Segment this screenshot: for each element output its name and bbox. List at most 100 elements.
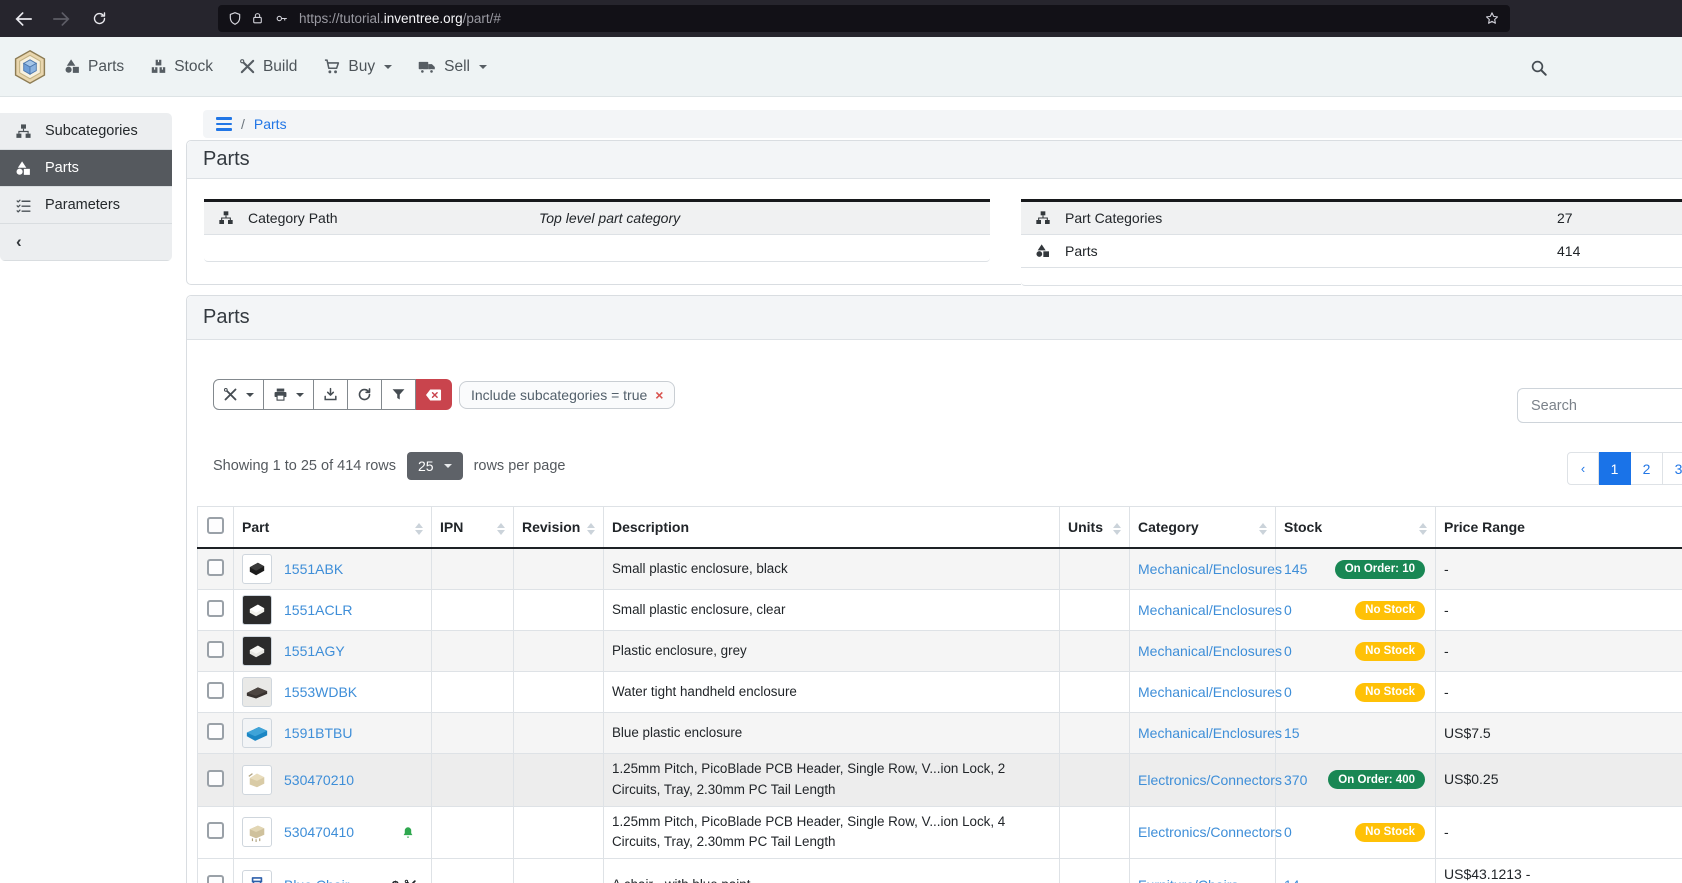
stock-link[interactable]: 15 — [1284, 725, 1300, 741]
stock-link[interactable]: 0 — [1284, 602, 1292, 618]
col-price[interactable]: Price Range — [1436, 507, 1682, 549]
browser-back-button[interactable] — [8, 5, 38, 33]
part-link[interactable]: 1553WDBK — [284, 684, 357, 700]
lock-icon[interactable] — [251, 11, 264, 26]
filter-button[interactable] — [382, 379, 416, 410]
col-category[interactable]: Category — [1130, 507, 1276, 549]
part-thumbnail[interactable] — [242, 817, 272, 847]
col-part[interactable]: Part — [234, 507, 432, 549]
tools-icon — [239, 58, 256, 75]
url-bar[interactable]: https://tutorial.inventree.org/part/# — [218, 5, 1510, 32]
part-link[interactable]: 530470210 — [284, 772, 354, 788]
col-description[interactable]: Description — [604, 507, 1060, 549]
sort-icon[interactable] — [587, 523, 595, 535]
filter-icon — [391, 387, 406, 402]
inventree-logo[interactable] — [12, 49, 48, 85]
nav-parts[interactable]: Parts — [64, 58, 124, 76]
key-icon[interactable] — [273, 12, 290, 25]
col-units[interactable]: Units — [1060, 507, 1130, 549]
refresh-button[interactable] — [348, 379, 382, 410]
stock-link[interactable]: 0 — [1284, 643, 1292, 659]
shield-icon[interactable] — [228, 11, 242, 26]
app-navbar: Parts Stock Build Buy Sell — [0, 37, 1682, 97]
search-icon[interactable] — [1530, 59, 1548, 82]
backspace-x-icon — [425, 388, 442, 402]
browser-chrome: https://tutorial.inventree.org/part/# — [0, 0, 1682, 37]
stock-link[interactable]: 14 — [1284, 877, 1300, 883]
row-checkbox[interactable] — [207, 682, 224, 699]
nav-stock[interactable]: Stock — [150, 58, 213, 76]
search-input[interactable] — [1517, 388, 1682, 423]
page-size-dropdown[interactable]: 25 — [407, 452, 463, 480]
nav-sell[interactable]: Sell — [418, 58, 487, 76]
part-link[interactable]: Blue Chair — [284, 877, 349, 883]
print-dropdown-button[interactable] — [264, 379, 314, 410]
row-checkbox[interactable] — [207, 822, 224, 839]
category-link[interactable]: Mechanical/Enclosures — [1138, 561, 1282, 577]
row-checkbox[interactable] — [207, 559, 224, 576]
sort-icon[interactable] — [415, 523, 423, 535]
stock-link[interactable]: 0 — [1284, 824, 1292, 840]
row-checkbox[interactable] — [207, 875, 224, 883]
part-thumbnail[interactable] — [242, 595, 272, 625]
col-revision[interactable]: Revision — [514, 507, 604, 549]
part-link[interactable]: 1551ACLR — [284, 602, 353, 618]
sidebar-item-subcategories[interactable]: Subcategories — [0, 113, 172, 150]
download-button[interactable] — [314, 379, 348, 410]
part-thumbnail[interactable] — [242, 677, 272, 707]
row-checkbox[interactable] — [207, 770, 224, 787]
part-link[interactable]: 1551AGY — [284, 643, 345, 659]
sidebar-collapse-button[interactable]: ‹ — [0, 224, 172, 261]
sort-icon[interactable] — [1419, 523, 1427, 535]
part-categories-label: Part Categories — [1065, 210, 1162, 226]
category-link[interactable]: Mechanical/Enclosures — [1138, 602, 1282, 618]
stock-link[interactable]: 145 — [1284, 561, 1307, 577]
part-thumbnail[interactable] — [242, 870, 272, 883]
sidebar-item-parameters[interactable]: Parameters — [0, 187, 172, 224]
nav-build[interactable]: Build — [239, 58, 297, 76]
category-link[interactable]: Electronics/Connectors — [1138, 772, 1282, 788]
status-badge: No Stock — [1355, 642, 1425, 661]
row-checkbox[interactable] — [207, 723, 224, 740]
sort-icon[interactable] — [1259, 523, 1267, 535]
bookmark-star-icon[interactable] — [1484, 11, 1500, 26]
bell-icon[interactable] — [401, 825, 415, 840]
part-thumbnail[interactable] — [242, 636, 272, 666]
tools-dropdown-button[interactable] — [213, 379, 264, 410]
col-stock[interactable]: Stock — [1276, 507, 1436, 549]
browser-forward-button[interactable] — [46, 5, 76, 33]
browser-reload-button[interactable] — [84, 5, 114, 33]
row-checkbox[interactable] — [207, 600, 224, 617]
part-link[interactable]: 530470410 — [284, 824, 354, 840]
part-thumbnail[interactable] — [242, 765, 272, 795]
nav-buy[interactable]: Buy — [323, 58, 392, 76]
category-link[interactable]: Mechanical/Enclosures — [1138, 643, 1282, 659]
category-path-value: Top level part category — [539, 210, 680, 226]
category-link[interactable]: Mechanical/Enclosures — [1138, 684, 1282, 700]
clear-filters-button[interactable] — [416, 379, 452, 410]
sidebar-item-parts[interactable]: Parts — [0, 150, 172, 187]
page-1-button[interactable]: 1 — [1599, 452, 1631, 485]
category-path-card: Category Path Top level part category — [204, 199, 990, 262]
category-link[interactable]: Electronics/Connectors — [1138, 824, 1282, 840]
select-all-checkbox[interactable] — [207, 517, 224, 534]
part-thumbnail[interactable] — [242, 554, 272, 584]
menu-icon[interactable] — [216, 117, 232, 131]
category-link[interactable]: Mechanical/Enclosures — [1138, 725, 1282, 741]
stock-link[interactable]: 370 — [1284, 772, 1307, 788]
sort-icon[interactable] — [1113, 523, 1121, 535]
sort-icon[interactable] — [497, 523, 505, 535]
row-checkbox[interactable] — [207, 641, 224, 658]
remove-filter-icon[interactable]: × — [655, 387, 663, 403]
category-link[interactable]: Furniture/Chairs — [1138, 877, 1238, 883]
breadcrumb-parts-link[interactable]: Parts — [254, 116, 287, 132]
part-thumbnail[interactable] — [242, 718, 272, 748]
col-ipn[interactable]: IPN — [432, 507, 514, 549]
chevron-left-icon: ‹ — [16, 232, 22, 252]
page-2-button[interactable]: 2 — [1631, 452, 1663, 485]
part-link[interactable]: 1591BTBU — [284, 725, 352, 741]
part-link[interactable]: 1551ABK — [284, 561, 343, 577]
prev-page-button[interactable]: ‹ — [1567, 452, 1599, 485]
stock-link[interactable]: 0 — [1284, 684, 1292, 700]
page-3-button[interactable]: 3 — [1663, 452, 1682, 485]
